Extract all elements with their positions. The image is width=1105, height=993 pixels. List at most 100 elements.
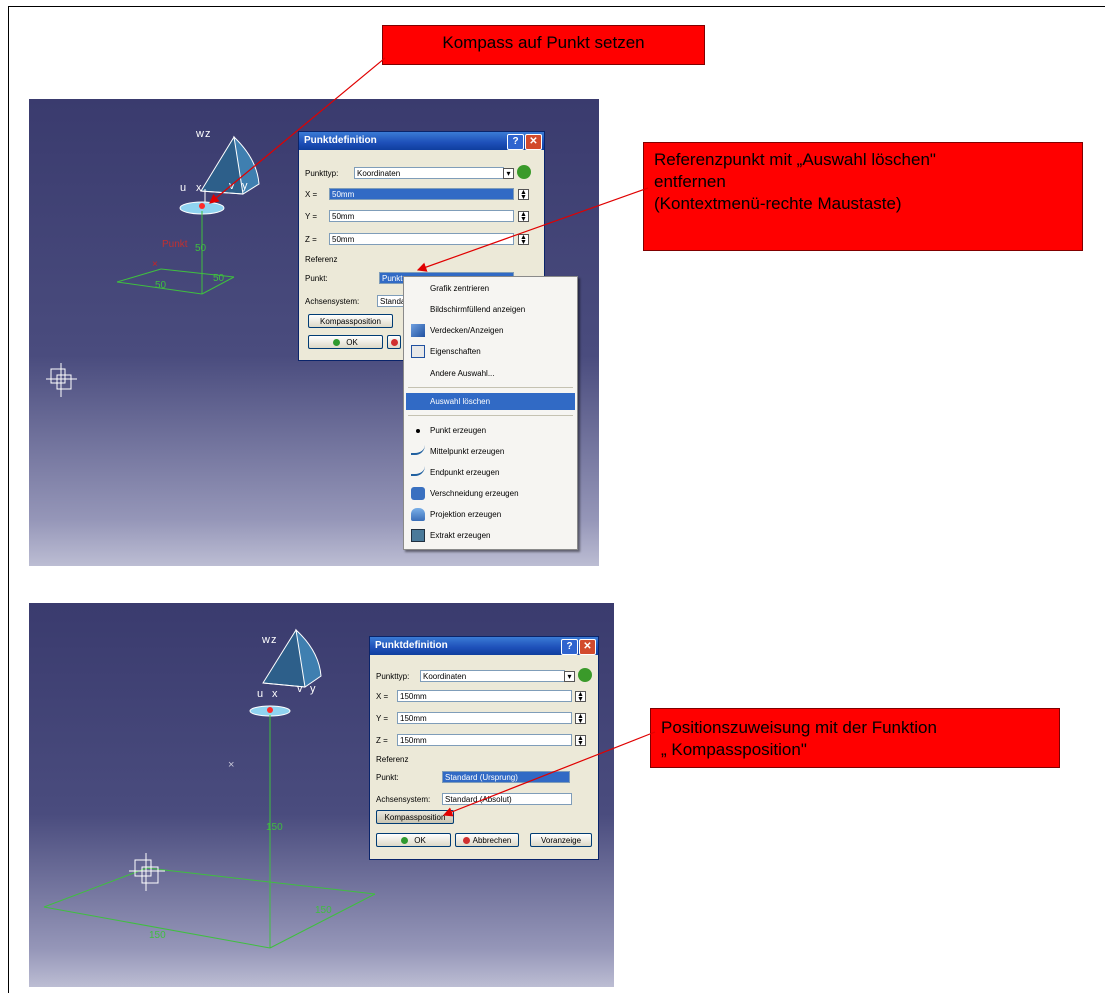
punkttyp-value: Koordinaten [357,169,401,178]
x-input[interactable]: 50mm [329,188,514,200]
cancel-icon [390,339,398,347]
ok-button[interactable]: OK [376,833,451,847]
dialog-title: Punktdefinition [375,640,448,651]
intersection-icon [411,487,425,500]
punkttyp-select[interactable]: Koordinaten [354,167,504,179]
close-icon[interactable]: ✕ [579,639,596,655]
compass-widget[interactable]: w z u x v y [179,128,260,215]
punkttyp-value: Koordinaten [423,672,467,681]
menu-item-label: Bildschirmfüllend anzeigen [430,305,526,314]
point-coordinate-geometry: 150 150 150 [43,715,376,949]
abbrechen-button[interactable] [387,335,401,349]
achsensystem-value: Standard (Absolut) [445,795,512,804]
x-value: 50mm [332,190,355,199]
achsensystem-label: Achsensystem: [376,795,431,804]
menu-item-label: Verdecken/Anzeigen [430,326,504,335]
y-dimension-label: 150 [315,905,332,916]
kompassposition-button[interactable]: Kompassposition [376,810,454,824]
menu-item-bildschirmfuellend[interactable]: Bildschirmfüllend anzeigen [406,301,575,318]
x-dimension-line [43,906,271,949]
referenz-group-label: Referenz [305,255,338,264]
point-type-icon[interactable] [578,668,592,682]
x-input[interactable]: 150mm [397,690,572,702]
menu-item-label: Punkt erzeugen [430,426,487,435]
z-input[interactable]: 50mm [329,233,514,245]
menu-item-projektion-erzeugen[interactable]: Projektion erzeugen [406,506,575,523]
punkt-label: Punkt: [376,773,399,782]
y-input[interactable]: 150mm [397,712,572,724]
menu-item-mittelpunkt-erzeugen[interactable]: Mittelpunkt erzeugen [406,443,575,460]
help-icon[interactable]: ? [561,639,578,655]
y-label: Y = [376,714,389,723]
menu-item-eigenschaften[interactable]: Eigenschaften [406,343,575,360]
punkt-label: Punkt: [305,274,328,283]
menu-item-label: Extrakt erzeugen [430,531,491,540]
dropdown-arrow-icon[interactable]: ▾ [564,671,575,682]
punkt-field[interactable]: Standard (Ursprung) [442,771,570,783]
achsensystem-value: Standa [380,297,406,306]
menu-item-auswahl-loeschen[interactable]: Auswahl löschen [406,393,575,410]
kompassposition-button-label: Kompassposition [320,317,381,326]
abbrechen-button[interactable]: Abbrechen [455,833,519,847]
y-value: 150mm [400,714,427,723]
menu-item-andere-auswahl[interactable]: Andere Auswahl... [406,365,575,382]
menu-item-endpunkt-erzeugen[interactable]: Endpunkt erzeugen [406,464,575,481]
voranzeige-button[interactable]: Voranzeige [530,833,592,847]
menu-item-verdecken-anzeigen[interactable]: Verdecken/Anzeigen [406,322,575,339]
y-spinner[interactable]: ▲ ▼ [518,211,529,223]
x-spinner[interactable]: ▲ ▼ [518,189,529,201]
compass-label-w: w [261,634,270,646]
menu-item-label: Andere Auswahl... [430,369,495,378]
z-spinner[interactable]: ▲ ▼ [575,735,586,747]
punkttyp-select[interactable]: Koordinaten [420,670,565,682]
ok-button-label: OK [414,836,426,845]
dialog-titlebar: Punktdefinition ? ✕ [299,132,544,150]
midpoint-icon [411,445,425,455]
z-spinner[interactable]: ▲ ▼ [518,234,529,246]
menu-item-verschneidung-erzeugen[interactable]: Verschneidung erzeugen [406,485,575,502]
x-label: X = [305,190,318,199]
compass-label-w: w [195,128,204,140]
compass-label-y: y [242,180,248,192]
y-label: Y = [305,212,318,221]
point-type-icon[interactable] [517,165,531,179]
compass-widget[interactable]: w z u x v y [249,628,322,717]
dialog-titlebar: Punktdefinition ? ✕ [370,637,598,655]
achsensystem-label: Achsensystem: [305,297,360,306]
menu-item-label: Projektion erzeugen [430,510,502,519]
compass-label-v: v [297,683,303,695]
x-dimension-label: 150 [149,930,166,941]
y-input[interactable]: 50mm [329,210,514,222]
menu-item-grafik-zentrieren[interactable]: Grafik zentrieren [406,280,575,297]
x-dimension-label: 50 [155,280,167,291]
compass-origin-dot [267,707,273,713]
dropdown-arrow-icon[interactable]: ▾ [503,168,514,179]
kompassposition-button[interactable]: Kompassposition [308,314,393,328]
axis-system-icon[interactable] [46,363,77,397]
achsensystem-field[interactable]: Standard (Absolut) [442,793,572,805]
reference-point-label: Punkt [162,239,188,250]
z-input[interactable]: 150mm [397,734,572,746]
point-icon [416,429,420,433]
x-spinner[interactable]: ▲ ▼ [575,691,586,703]
menu-item-punkt-erzeugen[interactable]: Punkt erzeugen [406,422,575,439]
compass-origin-dot [199,203,205,209]
menu-item-label: Endpunkt erzeugen [430,468,500,477]
menu-separator [408,387,573,388]
z-dimension-label: 50 [195,243,207,254]
x-value: 150mm [400,692,427,701]
y-spinner[interactable]: ▲ ▼ [575,713,586,725]
compass-label-z: z [205,128,211,140]
punkt-value: Standard (Ursprung) [445,773,518,782]
close-icon[interactable]: ✕ [525,134,542,150]
compass-label-u: u [257,688,263,700]
ok-button[interactable]: OK [308,335,383,349]
compass-label-y: y [310,683,316,695]
z-dimension-label: 150 [266,822,283,833]
menu-item-extrakt-erzeugen[interactable]: Extrakt erzeugen [406,527,575,544]
help-icon[interactable]: ? [507,134,524,150]
axis-system-icon[interactable] [129,853,165,891]
y-dimension-label: 50 [213,273,225,284]
endpoint-icon [411,466,425,476]
menu-item-label: Grafik zentrieren [430,284,490,293]
